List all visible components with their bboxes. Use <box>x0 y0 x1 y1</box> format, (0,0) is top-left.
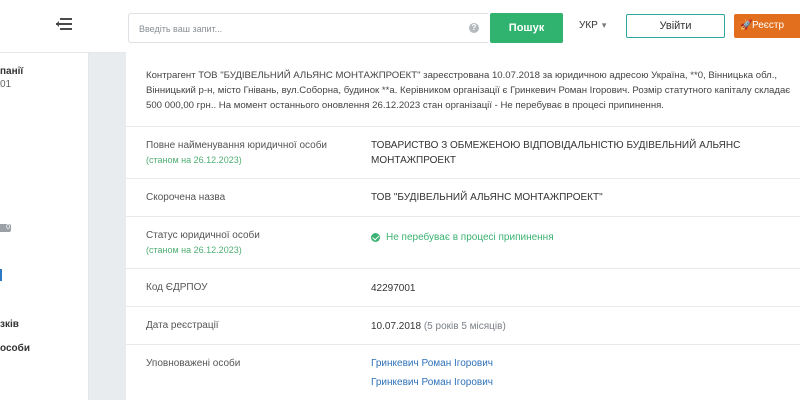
help-icon[interactable]: ? <box>469 23 479 33</box>
language-label: УКР <box>579 20 598 31</box>
register-button[interactable]: 🚀 Реєстр <box>734 14 800 38</box>
sidebar-item-label[interactable]: панії <box>0 66 23 77</box>
authorized-label: Уповноважені особи <box>146 358 241 369</box>
status-label: Статус юридичної особи <box>146 230 260 241</box>
divider <box>126 268 800 269</box>
chevron-down-icon: ▾ <box>601 20 607 30</box>
search-button[interactable]: Пошук <box>490 13 563 43</box>
sidebar: панії 01 0 зків особи <box>0 0 89 400</box>
sidebar-active-marker <box>0 269 2 281</box>
authorized-person-link[interactable]: Гринкевич Роман Ігорович <box>371 377 493 388</box>
sidebar-item-sub: 01 <box>0 79 12 90</box>
search-input[interactable] <box>137 14 461 44</box>
short-name-label: Скорочена назва <box>146 192 226 203</box>
full-name-value: ТОВАРИСТВО З ОБМЕЖЕНОЮ ВІДПОВІДАЛЬНІСТЮ … <box>371 140 741 166</box>
short-name-value: ТОВ "БУДІВЕЛЬНИЙ АЛЬЯНС МОНТАЖПРОЕКТ" <box>371 192 603 203</box>
search-box: ? <box>128 13 488 44</box>
divider <box>126 216 800 217</box>
full-name-label: Повне найменування юридичної особи <box>146 140 328 151</box>
full-name-date: (станом на 26.12.2023) <box>146 155 242 165</box>
company-details-panel: Контрагент ТОВ "БУДІВЕЛЬНИЙ АЛЬЯНС МОНТА… <box>126 52 800 400</box>
edrpou-label: Код ЄДРПОУ <box>146 282 208 293</box>
reg-date-age: (5 років 5 місяців) <box>423 321 506 332</box>
rocket-icon: 🚀 <box>740 20 753 31</box>
status-value: Не перебуває в процесі припинення <box>386 232 554 243</box>
top-header: ? Пошук УКР▾ Увійти 🚀Реєстр <box>88 0 800 53</box>
divider <box>126 126 800 127</box>
sidebar-count-badge: 0 <box>0 224 11 232</box>
reg-date-row: 10.07.2018 (5 років 5 місяців) <box>371 319 506 334</box>
divider <box>126 306 800 307</box>
check-circle-icon <box>371 233 380 242</box>
divider <box>126 344 800 345</box>
reg-date-label: Дата реєстрації <box>146 320 219 331</box>
menu-collapse-icon[interactable] <box>56 18 72 32</box>
edrpou-value: 42297001 <box>371 283 416 294</box>
sidebar-item-documents[interactable]: зків <box>0 319 19 330</box>
authorized-person-link[interactable]: Гринкевич Роман Ігорович <box>371 358 493 369</box>
sidebar-header <box>0 0 88 53</box>
language-selector[interactable]: УКР ▾ <box>579 20 606 31</box>
sidebar-item-persons[interactable]: особи <box>0 343 30 354</box>
reg-date-value: 10.07.2018 <box>371 321 422 332</box>
divider <box>126 178 800 179</box>
company-summary: Контрагент ТОВ "БУДІВЕЛЬНИЙ АЛЬЯНС МОНТА… <box>146 70 791 111</box>
register-label: Реєстр <box>752 20 785 31</box>
login-button[interactable]: Увійти <box>626 14 725 38</box>
status-date: (станом на 26.12.2023) <box>146 245 242 255</box>
